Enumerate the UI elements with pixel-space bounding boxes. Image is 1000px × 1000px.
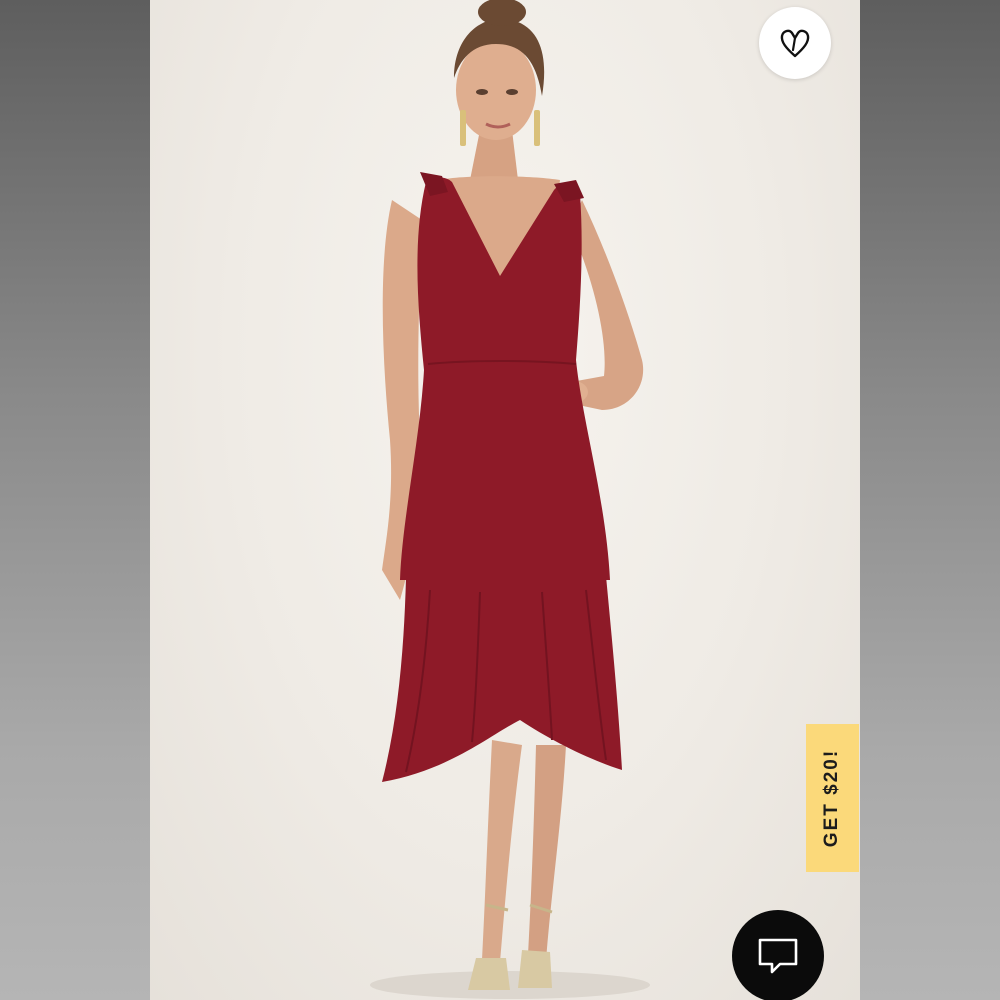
promo-get-20-tab[interactable]: GET $20! [806, 724, 859, 872]
left-letterbox [0, 0, 150, 1000]
app-viewport: GET $20! [0, 0, 1000, 1000]
promo-label: GET $20! [821, 748, 843, 848]
chat-button[interactable] [732, 910, 824, 1000]
product-photo[interactable] [150, 0, 860, 1000]
heart-outline-icon [780, 29, 810, 58]
chat-bubble-icon [758, 938, 798, 974]
right-letterbox [860, 0, 1000, 1000]
favorite-button[interactable] [759, 7, 831, 79]
model-illustration [370, 0, 650, 999]
